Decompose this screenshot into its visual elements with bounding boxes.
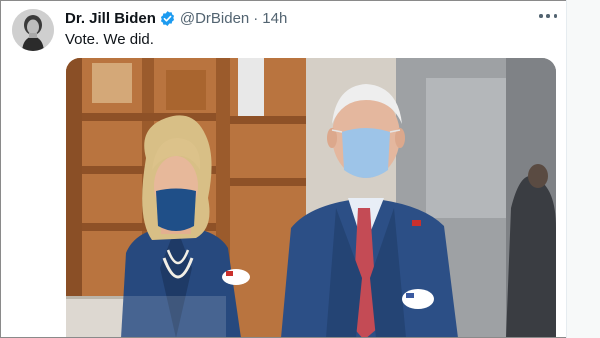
photo-image [66, 58, 556, 337]
handle[interactable]: @DrBiden [180, 10, 249, 27]
avatar[interactable] [12, 9, 54, 51]
tweet-photo[interactable] [66, 58, 556, 337]
tweet-text: Vote. We did. [65, 31, 154, 48]
timestamp[interactable]: 14h [262, 10, 287, 27]
right-sidebar-edge [566, 0, 600, 338]
display-name[interactable]: Dr. Jill Biden [65, 10, 156, 27]
tweet-header: Dr. Jill Biden @DrBiden · 14h [65, 8, 287, 28]
more-options-icon[interactable] [539, 9, 557, 23]
tweet-card: Dr. Jill Biden @DrBiden · 14h Vote. We d… [0, 0, 600, 338]
separator-dot: · [253, 9, 259, 27]
verified-badge-icon [159, 10, 176, 27]
avatar-image [12, 9, 54, 51]
